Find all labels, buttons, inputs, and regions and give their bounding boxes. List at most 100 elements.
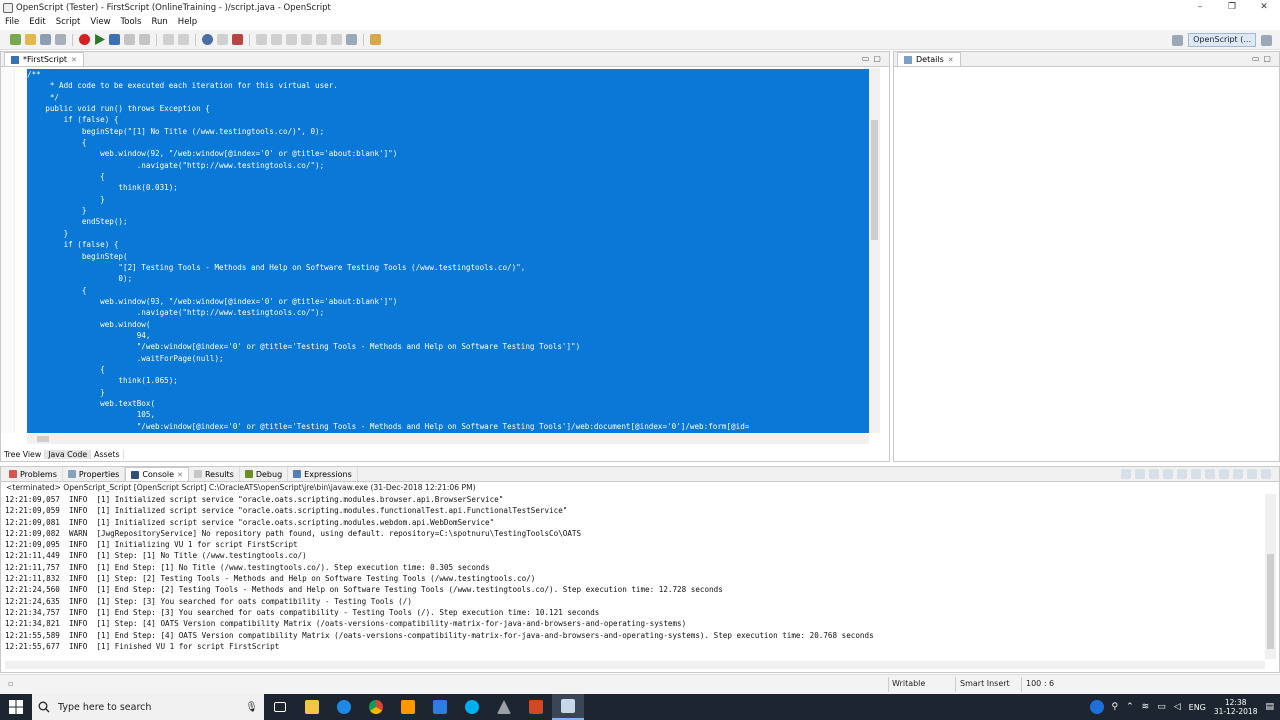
new-script-icon[interactable] <box>10 34 21 45</box>
tab-problems[interactable]: Problems <box>4 467 63 481</box>
remove-all-icon[interactable] <box>1149 469 1159 479</box>
open-console-icon[interactable] <box>1233 469 1243 479</box>
play-icon[interactable] <box>95 34 105 45</box>
format-icon[interactable] <box>271 34 282 45</box>
overview-ruler[interactable] <box>880 68 889 433</box>
tab-tree-view[interactable]: Tree View <box>1 450 46 459</box>
code-line: { <box>27 285 87 295</box>
indent-icon[interactable] <box>286 34 297 45</box>
volume-icon[interactable]: ◁ <box>1174 702 1181 712</box>
start-button[interactable] <box>0 694 32 720</box>
editor-horizontal-scrollbar[interactable] <box>27 434 869 444</box>
code-editor[interactable]: /** * Add code to be executed each itera… <box>27 69 869 433</box>
minimize-button[interactable]: – <box>1184 0 1216 15</box>
tab-label: Results <box>204 469 234 479</box>
tab-firstscript[interactable]: *FirstScript ✕ <box>4 52 84 66</box>
perspective-openscript-button[interactable]: OpenScript (... <box>1188 33 1256 47</box>
display-console-icon[interactable] <box>1219 469 1229 479</box>
open-folder-icon[interactable] <box>25 34 36 45</box>
list-icon[interactable] <box>331 34 342 45</box>
console-vertical-scrollbar[interactable] <box>1265 494 1276 659</box>
taskbar-sublime[interactable] <box>392 694 424 720</box>
test-icon[interactable] <box>232 34 243 45</box>
scroll-lock-icon[interactable] <box>1177 469 1187 479</box>
people-icon[interactable]: ⚲ <box>1112 702 1119 712</box>
object-icon[interactable] <box>217 34 228 45</box>
tab-results[interactable]: Results <box>189 467 240 481</box>
menu-tools[interactable]: Tools <box>116 17 147 27</box>
scroll-thumb[interactable] <box>37 436 49 442</box>
taskbar-file-explorer[interactable] <box>296 694 328 720</box>
editor-vertical-scrollbar[interactable] <box>869 68 880 433</box>
network-icon[interactable]: ≋ <box>1142 702 1150 712</box>
taskbar-openscript[interactable] <box>552 694 584 720</box>
menu-help[interactable]: Help <box>173 17 202 27</box>
task-view-button[interactable] <box>264 694 296 720</box>
taskbar-vscode[interactable] <box>424 694 456 720</box>
print-icon[interactable] <box>55 34 66 45</box>
clear-console-icon[interactable] <box>1163 469 1173 479</box>
save-icon[interactable] <box>40 34 51 45</box>
comment-icon[interactable] <box>316 34 327 45</box>
close-button[interactable]: ✕ <box>1248 0 1280 15</box>
tab-debug[interactable]: Debug <box>240 467 289 481</box>
terminate-icon[interactable] <box>1121 469 1131 479</box>
word-wrap-icon[interactable] <box>1191 469 1201 479</box>
taskbar-powerpoint[interactable] <box>520 694 552 720</box>
pin-console-icon[interactable] <box>1205 469 1215 479</box>
record-icon[interactable] <box>79 34 90 45</box>
scroll-thumb[interactable] <box>871 120 878 240</box>
menu-edit[interactable]: Edit <box>24 17 50 27</box>
tab-assets[interactable]: Assets <box>91 450 124 459</box>
grid-icon[interactable] <box>346 34 357 45</box>
menu-view[interactable]: View <box>85 17 115 27</box>
folding-column[interactable] <box>15 68 27 433</box>
close-tab-icon[interactable]: ✕ <box>948 56 954 64</box>
clock[interactable]: 12:38 31-12-2018 <box>1214 698 1258 716</box>
taskbar-chrome[interactable] <box>360 694 392 720</box>
restore-button[interactable]: ❐ <box>1216 0 1248 15</box>
outdent-icon[interactable] <box>301 34 312 45</box>
pause-icon[interactable] <box>124 34 135 45</box>
editor-pane-controls[interactable]: ▭▢ <box>862 54 885 63</box>
help-icon[interactable] <box>1089 700 1104 714</box>
menu-file[interactable]: File <box>0 17 24 27</box>
close-tab-icon[interactable]: ✕ <box>71 56 77 64</box>
menu-script[interactable]: Script <box>51 17 86 27</box>
log-line: 12:21:09,057 INFO [1] Initialized script… <box>5 495 504 504</box>
console-output[interactable]: 12:21:09,057 INFO [1] Initialized script… <box>1 494 1263 659</box>
step-into-icon[interactable] <box>178 34 189 45</box>
tab-console[interactable]: Console ✕ <box>125 467 189 481</box>
notifications-icon[interactable]: ▤ <box>1265 702 1274 712</box>
close-tab-icon[interactable]: ✕ <box>177 471 183 479</box>
stop-icon[interactable] <box>139 34 150 45</box>
iterate-icon[interactable] <box>109 34 120 45</box>
align-icon[interactable] <box>256 34 267 45</box>
remove-launch-icon[interactable] <box>1135 469 1145 479</box>
taskbar-search[interactable]: Type here to search 🎙 <box>32 694 264 720</box>
tab-properties[interactable]: Properties <box>63 467 126 481</box>
details-pane-controls[interactable]: ▭▢ <box>1252 54 1275 63</box>
tab-java-code[interactable]: Java Code <box>45 450 92 459</box>
wand-icon[interactable] <box>370 34 381 45</box>
console-horizontal-scrollbar[interactable] <box>5 661 1265 669</box>
perspective-java-icon[interactable] <box>1261 34 1272 46</box>
scroll-thumb[interactable] <box>1267 554 1274 649</box>
step-over-icon[interactable] <box>163 34 174 45</box>
taskbar-skype[interactable] <box>456 694 488 720</box>
menu-run[interactable]: Run <box>146 17 172 27</box>
console-pane: Problems Properties Console ✕ Results De… <box>0 466 1280 673</box>
status-fast-view-icon[interactable]: ▫ <box>8 679 13 688</box>
open-perspective-icon[interactable] <box>1172 34 1184 46</box>
browser-icon[interactable] <box>202 34 213 45</box>
taskbar-edge[interactable] <box>328 694 360 720</box>
maximize-icon[interactable] <box>1261 469 1271 479</box>
language-indicator[interactable]: ENG <box>1189 703 1206 712</box>
chevron-up-icon[interactable]: ⌃ <box>1126 702 1134 712</box>
microphone-icon[interactable]: 🎙 <box>245 702 258 713</box>
tab-expressions[interactable]: Expressions <box>288 467 358 481</box>
minimize-icon[interactable] <box>1247 469 1257 479</box>
taskbar-eclipse[interactable] <box>488 694 520 720</box>
battery-icon[interactable]: ▭ <box>1157 702 1166 712</box>
tab-details[interactable]: Details ✕ <box>897 52 961 66</box>
